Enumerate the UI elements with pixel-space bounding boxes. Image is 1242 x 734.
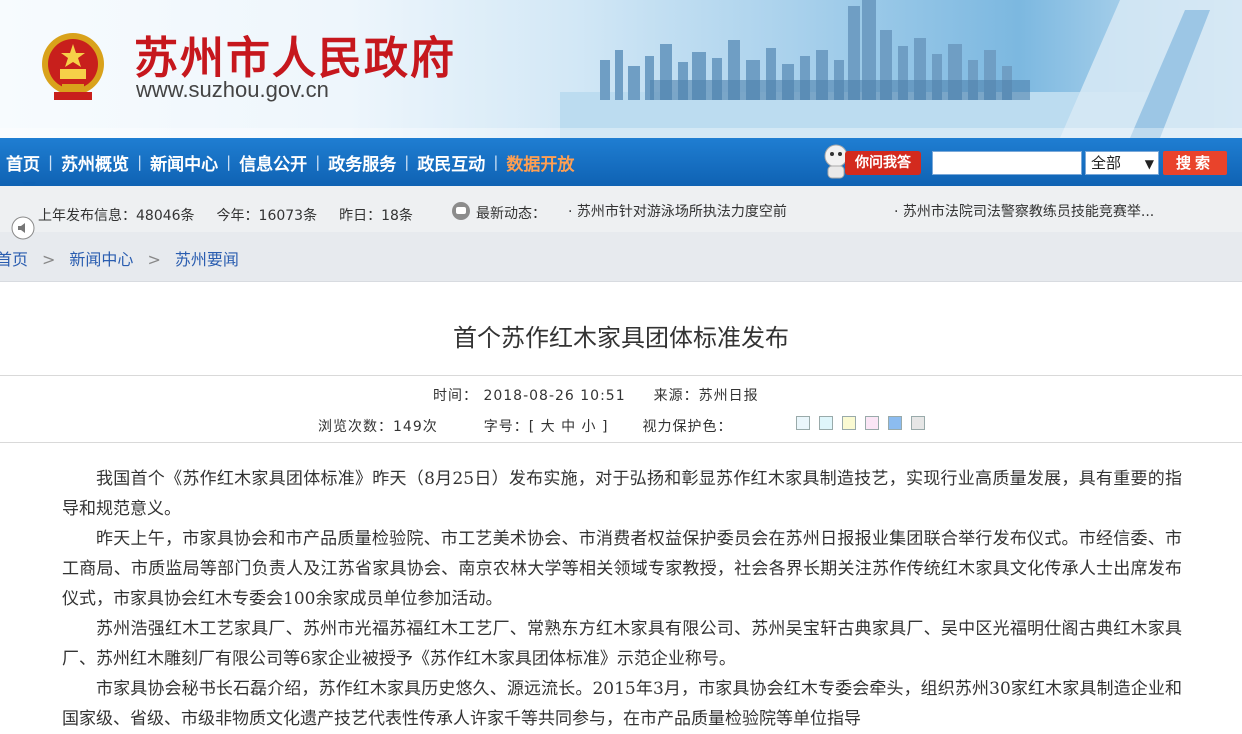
divider — [0, 375, 1242, 376]
this-year-count: 今年：16073条 — [216, 208, 318, 224]
site-url: www.suzhou.gov.cn — [136, 77, 329, 102]
publish-time: 时间： 2018-08-26 10:51 — [433, 388, 626, 404]
divider — [0, 442, 1242, 443]
latest-news-label: 最新动态： — [476, 206, 546, 222]
nav-item-home[interactable]: 首页 — [0, 150, 48, 175]
nav-item-info-disclosure[interactable]: 信息公开 — [231, 150, 315, 175]
latest-news-link[interactable]: · 苏州市法院司法警察教练员技能竞赛举... — [894, 201, 1154, 221]
article-source: 来源：苏州日报 — [653, 388, 759, 404]
font-size-switcher[interactable]: 字号：[ 大 中 小 ] — [484, 419, 609, 435]
eye-care-swatches — [796, 416, 934, 430]
site-banner: 苏州市人民政府 www.suzhou.gov.cn — [0, 0, 1242, 138]
speaker-icon[interactable] — [11, 216, 35, 240]
breadcrumb-chevron-icon: > — [42, 250, 56, 269]
article-paragraph: 苏州浩强红木工艺家具厂、苏州市光福苏福红木工艺厂、常熟东方红木家具有限公司、苏州… — [62, 619, 1182, 669]
article-title: 首个苏作红木家具团体标准发布 — [453, 324, 789, 352]
chat-bubble-icon — [452, 202, 470, 220]
search-button[interactable]: 搜索 — [1163, 151, 1227, 175]
color-swatch[interactable] — [888, 416, 902, 430]
article-paragraph: 市家具协会秘书长石磊介绍，苏作红木家具历史悠久、源远流长。2015年3月，市家具… — [62, 679, 1182, 729]
last-year-count: 上年发布信息：48046条 — [38, 208, 195, 224]
breadcrumb-suzhou-news[interactable]: 苏州要闻 — [175, 250, 239, 269]
article-meta: 时间： 2018-08-26 10:51 来源：苏州日报 — [433, 385, 759, 405]
article-paragraph: 我国首个《苏作红木家具团体标准》昨天（8月25日）发布实施，对于弘扬和彰显苏作红… — [62, 469, 1182, 519]
search-scope-value: 全部 — [1091, 154, 1122, 172]
latest-news-link[interactable]: · 苏州市针对游泳场所执法力度空前 — [568, 201, 787, 221]
nav-item-news-center[interactable]: 新闻中心 — [142, 150, 226, 175]
nav-item-interaction[interactable]: 政民互动 — [409, 150, 493, 175]
breadcrumb-home[interactable]: 首页 — [0, 250, 28, 269]
nav-item-open-data[interactable]: 数据开放 — [498, 150, 582, 175]
nav-item-suzhou-overview[interactable]: 苏州概览 — [53, 150, 137, 175]
nav-item-gov-services[interactable]: 政务服务 — [320, 150, 404, 175]
breadcrumb-chevron-icon: > — [147, 250, 161, 269]
article-body: 我国首个《苏作红木家具团体标准》昨天（8月25日）发布实施，对于弘扬和彰显苏作红… — [62, 464, 1182, 734]
breadcrumb: 首页 > 新闻中心 > 苏州要闻 — [0, 216, 1242, 282]
color-swatch[interactable] — [796, 416, 810, 430]
color-swatch[interactable] — [865, 416, 879, 430]
yesterday-count: 昨日：18条 — [339, 208, 413, 224]
publish-stats: 上年发布信息：48046条 今年：16073条 昨日：18条 — [38, 203, 438, 229]
ask-answer-button[interactable]: 你问我答 — [845, 151, 921, 175]
color-swatch[interactable] — [819, 416, 833, 430]
search-scope-select[interactable]: 全部 ▼ — [1085, 151, 1159, 175]
article-paragraph: 昨天上午，市家具协会和市产品质量检验院、市工艺美术协会、市消费者权益保护委员会在… — [62, 529, 1182, 609]
color-swatch[interactable] — [842, 416, 856, 430]
search-input[interactable] — [932, 151, 1082, 175]
breadcrumb-news-center[interactable]: 新闻中心 — [69, 250, 133, 269]
national-emblem-icon — [42, 33, 104, 100]
info-bar: 上年发布信息：48046条 今年：16073条 昨日：18条 最新动态： · 苏州市… — [0, 186, 1242, 232]
chevron-down-icon: ▼ — [1144, 157, 1154, 171]
main-nav: 首页 | 苏州概览 | 新闻中心 | 信息公开 | 政务服务 | 政民互动 | … — [0, 138, 1242, 190]
view-count: 浏览次数：149次 — [318, 419, 438, 435]
color-swatch[interactable] — [911, 416, 925, 430]
article-tools: 浏览次数：149次 字号：[ 大 中 小 ] 视力保护色： — [318, 416, 732, 436]
eye-care-label: 视力保护色： — [642, 419, 733, 435]
